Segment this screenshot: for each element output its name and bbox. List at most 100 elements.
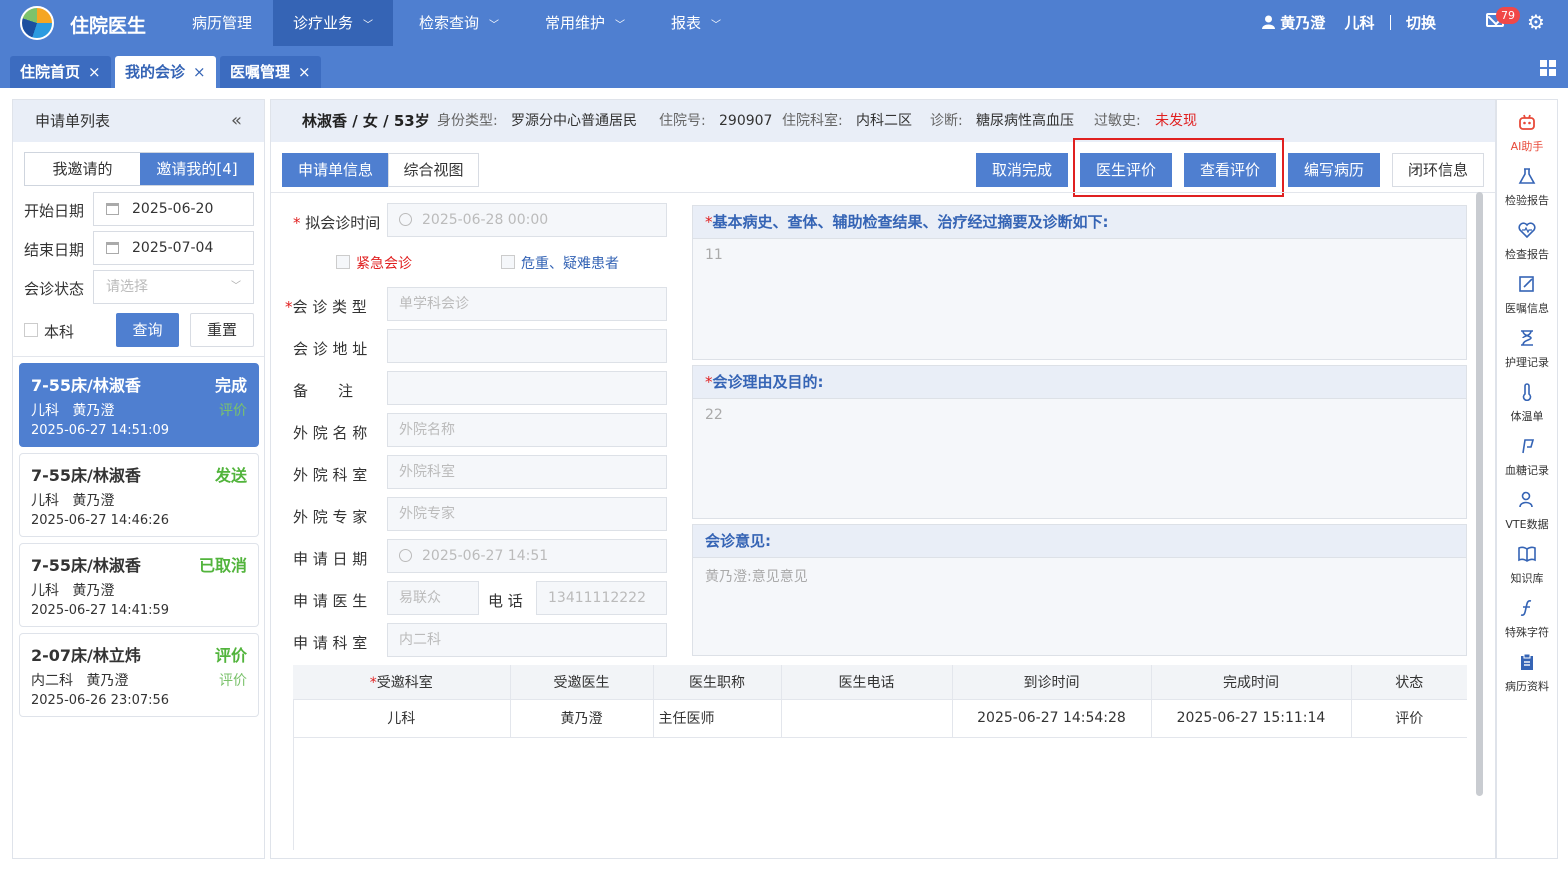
collapse-icon[interactable]: « — [231, 100, 242, 142]
consult-time-input[interactable]: 2025-06-28 00:00 — [387, 203, 667, 237]
urgent-label: 紧急会诊 — [356, 256, 412, 272]
phone-input[interactable]: 13411112222 — [536, 581, 667, 615]
close-icon[interactable]: × — [88, 63, 101, 81]
own-dept-checkbox[interactable] — [24, 323, 38, 337]
medical-history-textarea[interactable]: 11 — [693, 238, 1466, 359]
reset-button[interactable]: 重置 — [190, 313, 254, 347]
apply-doctor-input[interactable]: 易联众 — [387, 581, 479, 615]
edit-icon — [1519, 276, 1534, 292]
consult-type-label: *会 诊 类 型 — [285, 298, 367, 316]
remark-input[interactable] — [387, 371, 667, 405]
column-header: 状态 — [1351, 665, 1467, 700]
cancel-complete-button[interactable]: 取消完成 — [976, 153, 1068, 187]
column-header: 完成时间 — [1151, 665, 1352, 700]
tab-overview[interactable]: 综合视图 — [388, 153, 479, 187]
divider — [1389, 15, 1391, 30]
table-row[interactable]: 儿科 黄乃澄 主任医师 2025-06-27 14:54:28 2025-06-… — [293, 699, 1467, 738]
external-dept-label: 外 院 科 室 — [293, 466, 368, 484]
tab-invited-me[interactable]: 邀请我的[4] — [140, 153, 254, 185]
opinion-title: 会诊意见: — [705, 532, 771, 550]
clock-icon — [399, 213, 412, 226]
apply-date-label: 申 请 日 期 — [293, 550, 368, 568]
external-expert-input[interactable]: 外院专家 — [387, 497, 667, 531]
consultation-detail-panel: 林淑香 / 女 / 53岁 身份类型: 罗源分中心普通居民 住院号: 29090… — [270, 99, 1496, 859]
consult-time-label: * 拟会诊时间 — [293, 214, 381, 232]
nav-reports[interactable]: 报表 ﹀ — [651, 0, 741, 46]
close-icon[interactable]: × — [298, 63, 311, 81]
sidebar-item-orders[interactable]: 医嘱信息 — [1497, 275, 1557, 329]
status-badge: 评价 — [214, 646, 247, 665]
sidebar-item-ai-assistant[interactable]: AI助手 — [1497, 113, 1557, 167]
status-badge: 发送 — [214, 466, 247, 485]
sidebar-item-special-chars[interactable]: 特殊字符 — [1497, 599, 1557, 653]
apply-date-input[interactable]: 2025-06-27 14:51 — [387, 539, 667, 573]
apply-dept-input[interactable]: 内二科 — [387, 623, 667, 657]
consult-type-select[interactable]: 单学科会诊 — [387, 287, 667, 321]
end-date-input[interactable]: 2025-07-04 — [93, 231, 254, 265]
start-date-input[interactable]: 2025-06-20 — [93, 192, 254, 226]
status-select[interactable]: 请选择 ﹀ — [93, 270, 254, 304]
request-card[interactable]: 7-55床/林淑香 完成 儿科 黄乃澄 评价 2025-06-27 14:51:… — [19, 363, 259, 447]
sidebar-item-knowledge[interactable]: 知识库 — [1497, 545, 1557, 599]
request-card[interactable]: 7-55床/林淑香 发送 儿科 黄乃澄 2025-06-27 14:46:26 — [19, 453, 259, 537]
nav-maintenance[interactable]: 常用维护 ﹀ — [525, 0, 645, 46]
query-button[interactable]: 查询 — [116, 313, 179, 347]
clipboard-icon — [1521, 653, 1533, 670]
external-hospital-input[interactable]: 外院名称 — [387, 413, 667, 447]
panel-title: 申请单列表 — [35, 112, 111, 130]
sidebar-item-exam-report[interactable]: 检查报告 — [1497, 221, 1557, 275]
app-title: 住院医生 — [70, 15, 147, 37]
tab-my-consultation[interactable]: 我的会诊 × — [115, 56, 216, 88]
calendar-icon — [106, 242, 119, 254]
thermometer-icon — [1522, 383, 1532, 401]
evaluate-link[interactable]: 评价 — [219, 670, 247, 690]
function-icon — [1520, 600, 1532, 616]
column-header: *受邀科室 — [293, 665, 511, 700]
external-dept-input[interactable]: 外院科室 — [387, 455, 667, 489]
tab-inpatient-home[interactable]: 住院首页 × — [10, 56, 111, 88]
tab-strip: 住院首页 × 我的会诊 × 医嘱管理 × — [0, 46, 1568, 88]
remark-label: 备 注 — [293, 382, 354, 400]
critical-checkbox[interactable] — [501, 255, 515, 269]
invited-doctors-table: *受邀科室 受邀医生 医生职称 医生电话 到诊时间 完成时间 状态 儿科 黄乃澄… — [293, 665, 1467, 738]
switch-department-link[interactable]: 切换 — [1406, 14, 1436, 32]
right-tool-sidebar: AI助手 检验报告 检查报告 医嘱信息 护理记录 体温单 血糖记录 VTE数据 … — [1496, 99, 1558, 859]
gear-icon[interactable]: ⚙ — [1527, 12, 1545, 32]
urgent-checkbox[interactable] — [336, 255, 350, 269]
sidebar-item-temperature[interactable]: 体温单 — [1497, 383, 1557, 437]
chevron-down-icon: ﹀ — [489, 20, 500, 31]
medical-history-section: *基本病史、查体、辅助检查结果、治疗经过摘要及诊断如下: 11 — [692, 205, 1467, 360]
external-expert-label: 外 院 专 家 — [293, 508, 368, 526]
tab-request-info[interactable]: 申请单信息 — [282, 153, 389, 187]
evaluate-link[interactable]: 评价 — [219, 400, 247, 420]
tab-my-invitations[interactable]: 我邀请的 — [25, 153, 140, 185]
column-header: 受邀医生 — [510, 665, 654, 700]
consult-address-input[interactable] — [387, 329, 667, 363]
sidebar-item-lab-report[interactable]: 检验报告 — [1497, 167, 1557, 221]
sidebar-item-vte[interactable]: VTE数据 — [1497, 491, 1557, 545]
divider — [13, 356, 264, 357]
write-record-button[interactable]: 编写病历 — [1288, 153, 1380, 187]
consult-opinion-textarea[interactable]: 黄乃澄:意见意见 — [693, 557, 1466, 655]
user-check-icon — [1519, 491, 1533, 508]
tab-order-management[interactable]: 医嘱管理 × — [220, 56, 321, 88]
nav-search-query[interactable]: 检索查询 ﹀ — [399, 0, 519, 46]
nav-clinical-business[interactable]: 诊疗业务 ﹀ — [273, 0, 394, 46]
sidebar-item-records[interactable]: 病历资料 — [1497, 653, 1557, 707]
request-card[interactable]: 2-07床/林立炜 评价 内二科 黄乃澄 评价 2025-06-26 23:07… — [19, 633, 259, 717]
admission-number: 290907 — [719, 113, 773, 129]
scrollbar[interactable] — [1476, 192, 1483, 796]
status-badge: 完成 — [214, 376, 247, 395]
closed-loop-info-button[interactable]: 闭环信息 — [1392, 153, 1484, 187]
user-name[interactable]: 黄乃澄 — [1280, 14, 1325, 32]
sidebar-item-nursing[interactable]: 护理记录 — [1497, 329, 1557, 383]
sidebar-item-blood-sugar[interactable]: 血糖记录 — [1497, 437, 1557, 491]
consult-reason-textarea[interactable]: 22 — [693, 398, 1466, 518]
patient-info-bar: 林淑香 / 女 / 53岁 身份类型: 罗源分中心普通居民 住院号: 29090… — [271, 100, 1495, 142]
request-card[interactable]: 7-55床/林淑香 已取消 儿科 黄乃澄 2025-06-27 14:41:59 — [19, 543, 259, 627]
chevron-down-icon: ﹀ — [711, 20, 722, 31]
nav-medical-records[interactable]: 病历管理 — [172, 0, 272, 46]
close-icon[interactable]: × — [193, 63, 206, 81]
hospital-logo-icon — [20, 6, 54, 40]
grid-menu-icon[interactable] — [1540, 60, 1556, 76]
